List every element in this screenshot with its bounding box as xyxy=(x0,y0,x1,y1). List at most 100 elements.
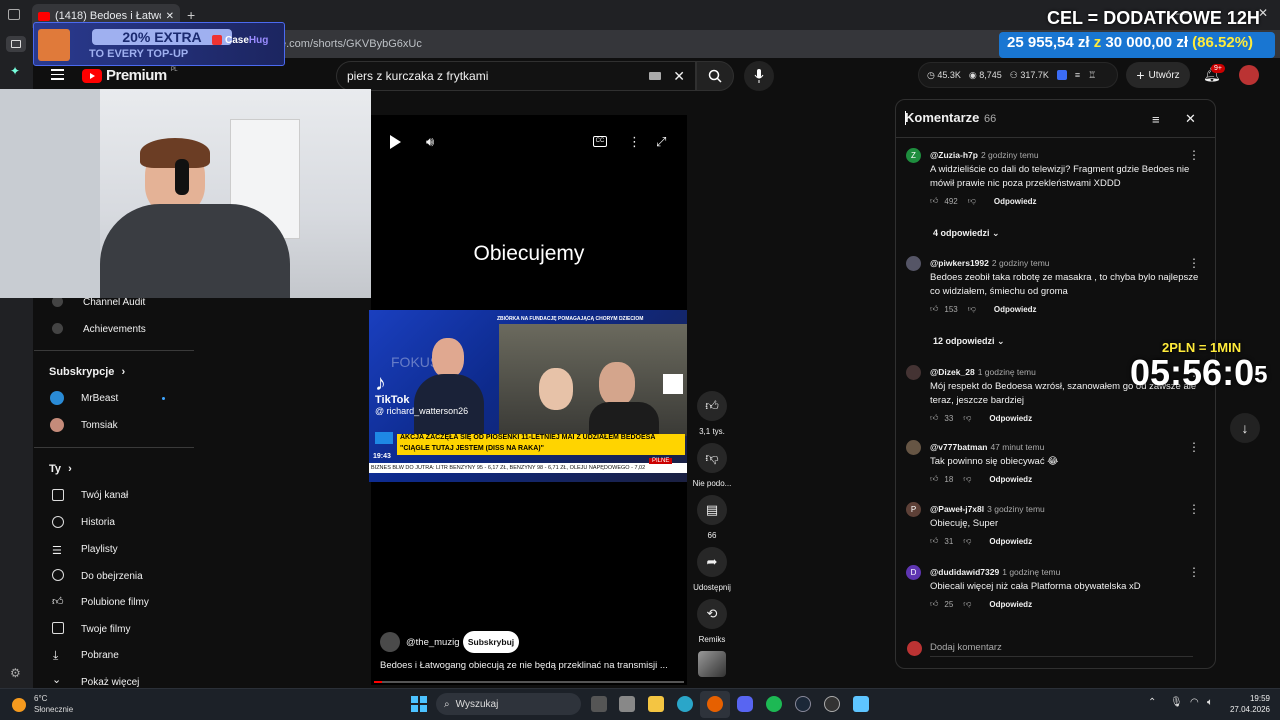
search-input[interactable]: piers z kurczaka z frytkami ✕ xyxy=(336,61,696,91)
comment-reply-button[interactable]: Odpowiedz xyxy=(989,600,1032,609)
weather-widget[interactable]: 6°C Słonecznie xyxy=(12,693,73,715)
commenter-avatar[interactable] xyxy=(906,440,921,455)
comments-button[interactable]: ▤ xyxy=(697,495,727,525)
taskbar-clock[interactable]: 19:59 27.04.2026 xyxy=(1226,693,1270,715)
sidebar-toggle-icon[interactable] xyxy=(6,36,26,52)
commenter-avatar[interactable]: P xyxy=(906,502,921,517)
comment-reply-button[interactable]: Odpowiedz xyxy=(989,475,1032,484)
comment-dislike-icon[interactable]: 👎︎ xyxy=(968,196,976,206)
comment-reply-button[interactable]: Odpowiedz xyxy=(989,537,1032,546)
stats-widget[interactable]: ◷ 45.3K ◉ 8,745 ⚇ 317.7K ≡ ♖ xyxy=(918,62,1118,88)
sidebar-item-downloads[interactable]: Pobrane xyxy=(81,650,119,661)
volume-icon[interactable]: 🔊︎ xyxy=(426,134,434,150)
comment-like-icon[interactable]: 👍︎ xyxy=(930,536,938,546)
taskbar-search[interactable]: ⌕ Wyszukaj xyxy=(436,693,581,715)
url-field[interactable]: e.com/shorts/GKVBybG6xUc xyxy=(280,38,422,50)
comment-dislike-icon[interactable]: 👎︎ xyxy=(963,413,971,423)
firefox-icon[interactable] xyxy=(707,696,723,712)
youtube-premium-logo[interactable]: Premium PL xyxy=(82,67,178,84)
sidebar-item-mrbeast[interactable]: MrBeast xyxy=(81,393,118,404)
comment-more-icon[interactable]: ⋮ xyxy=(1188,256,1200,270)
keyboard-icon[interactable] xyxy=(649,72,662,80)
comment-reply-button[interactable]: Odpowiedz xyxy=(994,305,1037,314)
tray-wifi-icon[interactable]: ◠ xyxy=(1190,697,1199,708)
comment-more-icon[interactable]: ⋮ xyxy=(1188,148,1200,162)
comment-author[interactable]: @piwkers1992 2 godziny temu xyxy=(930,258,1050,268)
commenter-avatar[interactable] xyxy=(906,365,921,380)
comment-dislike-icon[interactable]: 👎︎ xyxy=(963,599,971,609)
commenter-avatar[interactable] xyxy=(906,256,921,271)
commenter-avatar[interactable]: Z xyxy=(906,148,921,163)
video-description[interactable]: Bedoes i Łatwogang obiecują ze nie będą … xyxy=(380,660,680,671)
extension-icon[interactable] xyxy=(1056,70,1067,80)
create-button[interactable]: + Utwórz xyxy=(1126,62,1190,88)
like-button[interactable]: 👍︎ xyxy=(697,391,727,421)
account-avatar[interactable] xyxy=(1239,65,1259,85)
new-tab-button[interactable]: + xyxy=(187,7,195,23)
subscribe-button[interactable]: Subskrybuj xyxy=(463,631,519,653)
comment-dislike-icon[interactable]: 👎︎ xyxy=(968,304,976,314)
tray-mic-icon[interactable]: 🎙︎ xyxy=(1170,697,1183,708)
comment-author[interactable]: @v777batman 47 minut temu xyxy=(930,442,1044,452)
share-button[interactable]: ➦ xyxy=(697,547,727,577)
tab-close-icon[interactable]: ✕ xyxy=(166,11,174,22)
comment-dislike-icon[interactable]: 👎︎ xyxy=(963,536,971,546)
comment-author[interactable]: @Paweł-j7x8l 3 godziny temu xyxy=(930,504,1045,514)
comment-like-icon[interactable]: 👍︎ xyxy=(930,413,938,423)
spotify-icon[interactable] xyxy=(766,696,782,712)
add-comment-input[interactable]: Dodaj komentarz xyxy=(930,642,1193,657)
comment-author[interactable]: @dudidawid7329 1 godzinę temu xyxy=(930,567,1060,577)
task-view-icon[interactable] xyxy=(591,696,607,712)
video-progress-bar[interactable] xyxy=(374,681,684,683)
captions-icon[interactable]: CC xyxy=(593,136,607,147)
file-explorer-icon[interactable] xyxy=(648,696,664,712)
comment-more-icon[interactable]: ⋮ xyxy=(1188,502,1200,516)
fullscreen-icon[interactable]: ⤢ xyxy=(656,134,666,150)
sidebar-item-watch-later[interactable]: Do obejrzenia xyxy=(81,571,143,582)
comment-replies-toggle[interactable]: 4 odpowiedzi ⌄ xyxy=(933,228,1000,239)
sound-thumbnail[interactable] xyxy=(698,651,726,677)
comment-like-icon[interactable]: 👍︎ xyxy=(930,599,938,609)
channel-name[interactable]: @the_muzig xyxy=(406,637,459,648)
sidebar-item-liked-videos[interactable]: Polubione filmy xyxy=(81,597,149,608)
dislike-button[interactable]: 👎︎ xyxy=(697,443,727,473)
menu-hamburger-icon[interactable] xyxy=(51,69,64,80)
comment-reply-button[interactable]: Odpowiedz xyxy=(994,197,1037,206)
comment-dislike-icon[interactable]: 👎︎ xyxy=(963,474,971,484)
next-video-button[interactable]: ↓ xyxy=(1230,413,1260,443)
comment-more-icon[interactable]: ⋮ xyxy=(1188,440,1200,454)
commenter-avatar[interactable]: D xyxy=(906,565,921,580)
voice-search-button[interactable] xyxy=(744,61,774,91)
sidebar-item-show-more[interactable]: Pokaż więcej xyxy=(81,677,139,688)
comment-replies-toggle[interactable]: 12 odpowiedzi ⌄ xyxy=(933,336,1005,347)
obs-icon[interactable] xyxy=(824,696,840,712)
sidebar-item-your-videos[interactable]: Twoje filmy xyxy=(81,624,130,635)
comment-author[interactable]: @Dizek_28 1 godzinę temu xyxy=(930,367,1036,377)
comment-more-icon[interactable]: ⋮ xyxy=(1188,565,1200,579)
steam-icon[interactable] xyxy=(795,696,811,712)
search-button[interactable] xyxy=(696,61,734,91)
tab-actions-icon[interactable] xyxy=(8,9,20,20)
channel-avatar[interactable] xyxy=(380,632,400,652)
sidebar-item-playlists[interactable]: Playlisty xyxy=(81,544,118,555)
comment-like-icon[interactable]: 👍︎ xyxy=(930,474,938,484)
tray-volume-icon[interactable]: 🔈︎ xyxy=(1207,697,1213,708)
tray-chevron-icon[interactable]: ⌃ xyxy=(1148,697,1156,708)
notepad-icon[interactable] xyxy=(853,696,869,712)
edge-icon[interactable] xyxy=(677,696,693,712)
comment-like-icon[interactable]: 👍︎ xyxy=(930,304,938,314)
copilot-icon[interactable]: ✦ xyxy=(10,64,20,78)
sidebar-item-achievements[interactable]: Achievements xyxy=(83,324,146,335)
settings-gear-icon[interactable]: ⚙ xyxy=(10,666,21,680)
comment-author[interactable]: @Zuzia-h7p 2 godziny temu xyxy=(930,150,1039,160)
discord-icon[interactable] xyxy=(737,696,753,712)
subscriptions-heading[interactable]: Subskrypcje › xyxy=(49,366,125,378)
play-icon[interactable] xyxy=(390,135,401,149)
you-heading[interactable]: Ty › xyxy=(49,463,72,475)
close-comments-icon[interactable]: ✕ xyxy=(1185,111,1196,127)
sidebar-item-history[interactable]: Historia xyxy=(81,517,115,528)
remix-button[interactable]: ⟲ xyxy=(697,599,727,629)
sort-icon[interactable]: ≡ xyxy=(1152,112,1160,127)
comment-reply-button[interactable]: Odpowiedz xyxy=(989,414,1032,423)
more-options-icon[interactable]: ⋮ xyxy=(628,134,641,150)
